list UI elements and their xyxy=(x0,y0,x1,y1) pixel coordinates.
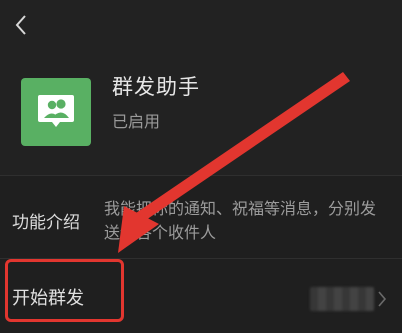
group-message-icon xyxy=(38,95,74,127)
chevron-left-icon xyxy=(15,15,26,35)
app-status: 已启用 xyxy=(112,112,161,131)
screen: 群发助手 已启用 功能介绍 我能把你的通知、祝福等消息，分别发送给各个收件人 开… xyxy=(0,0,402,333)
intro-text: 我能把你的通知、祝福等消息，分别发送给各个收件人 xyxy=(104,199,377,242)
highlight-box xyxy=(5,259,124,322)
app-name: 群发助手 xyxy=(112,75,200,99)
chevron-right-icon xyxy=(374,287,390,311)
blurred-area xyxy=(310,287,374,311)
back-button[interactable] xyxy=(8,10,34,40)
divider xyxy=(0,175,402,176)
intro-label: 功能介绍 xyxy=(12,213,80,233)
app-icon xyxy=(21,78,91,146)
